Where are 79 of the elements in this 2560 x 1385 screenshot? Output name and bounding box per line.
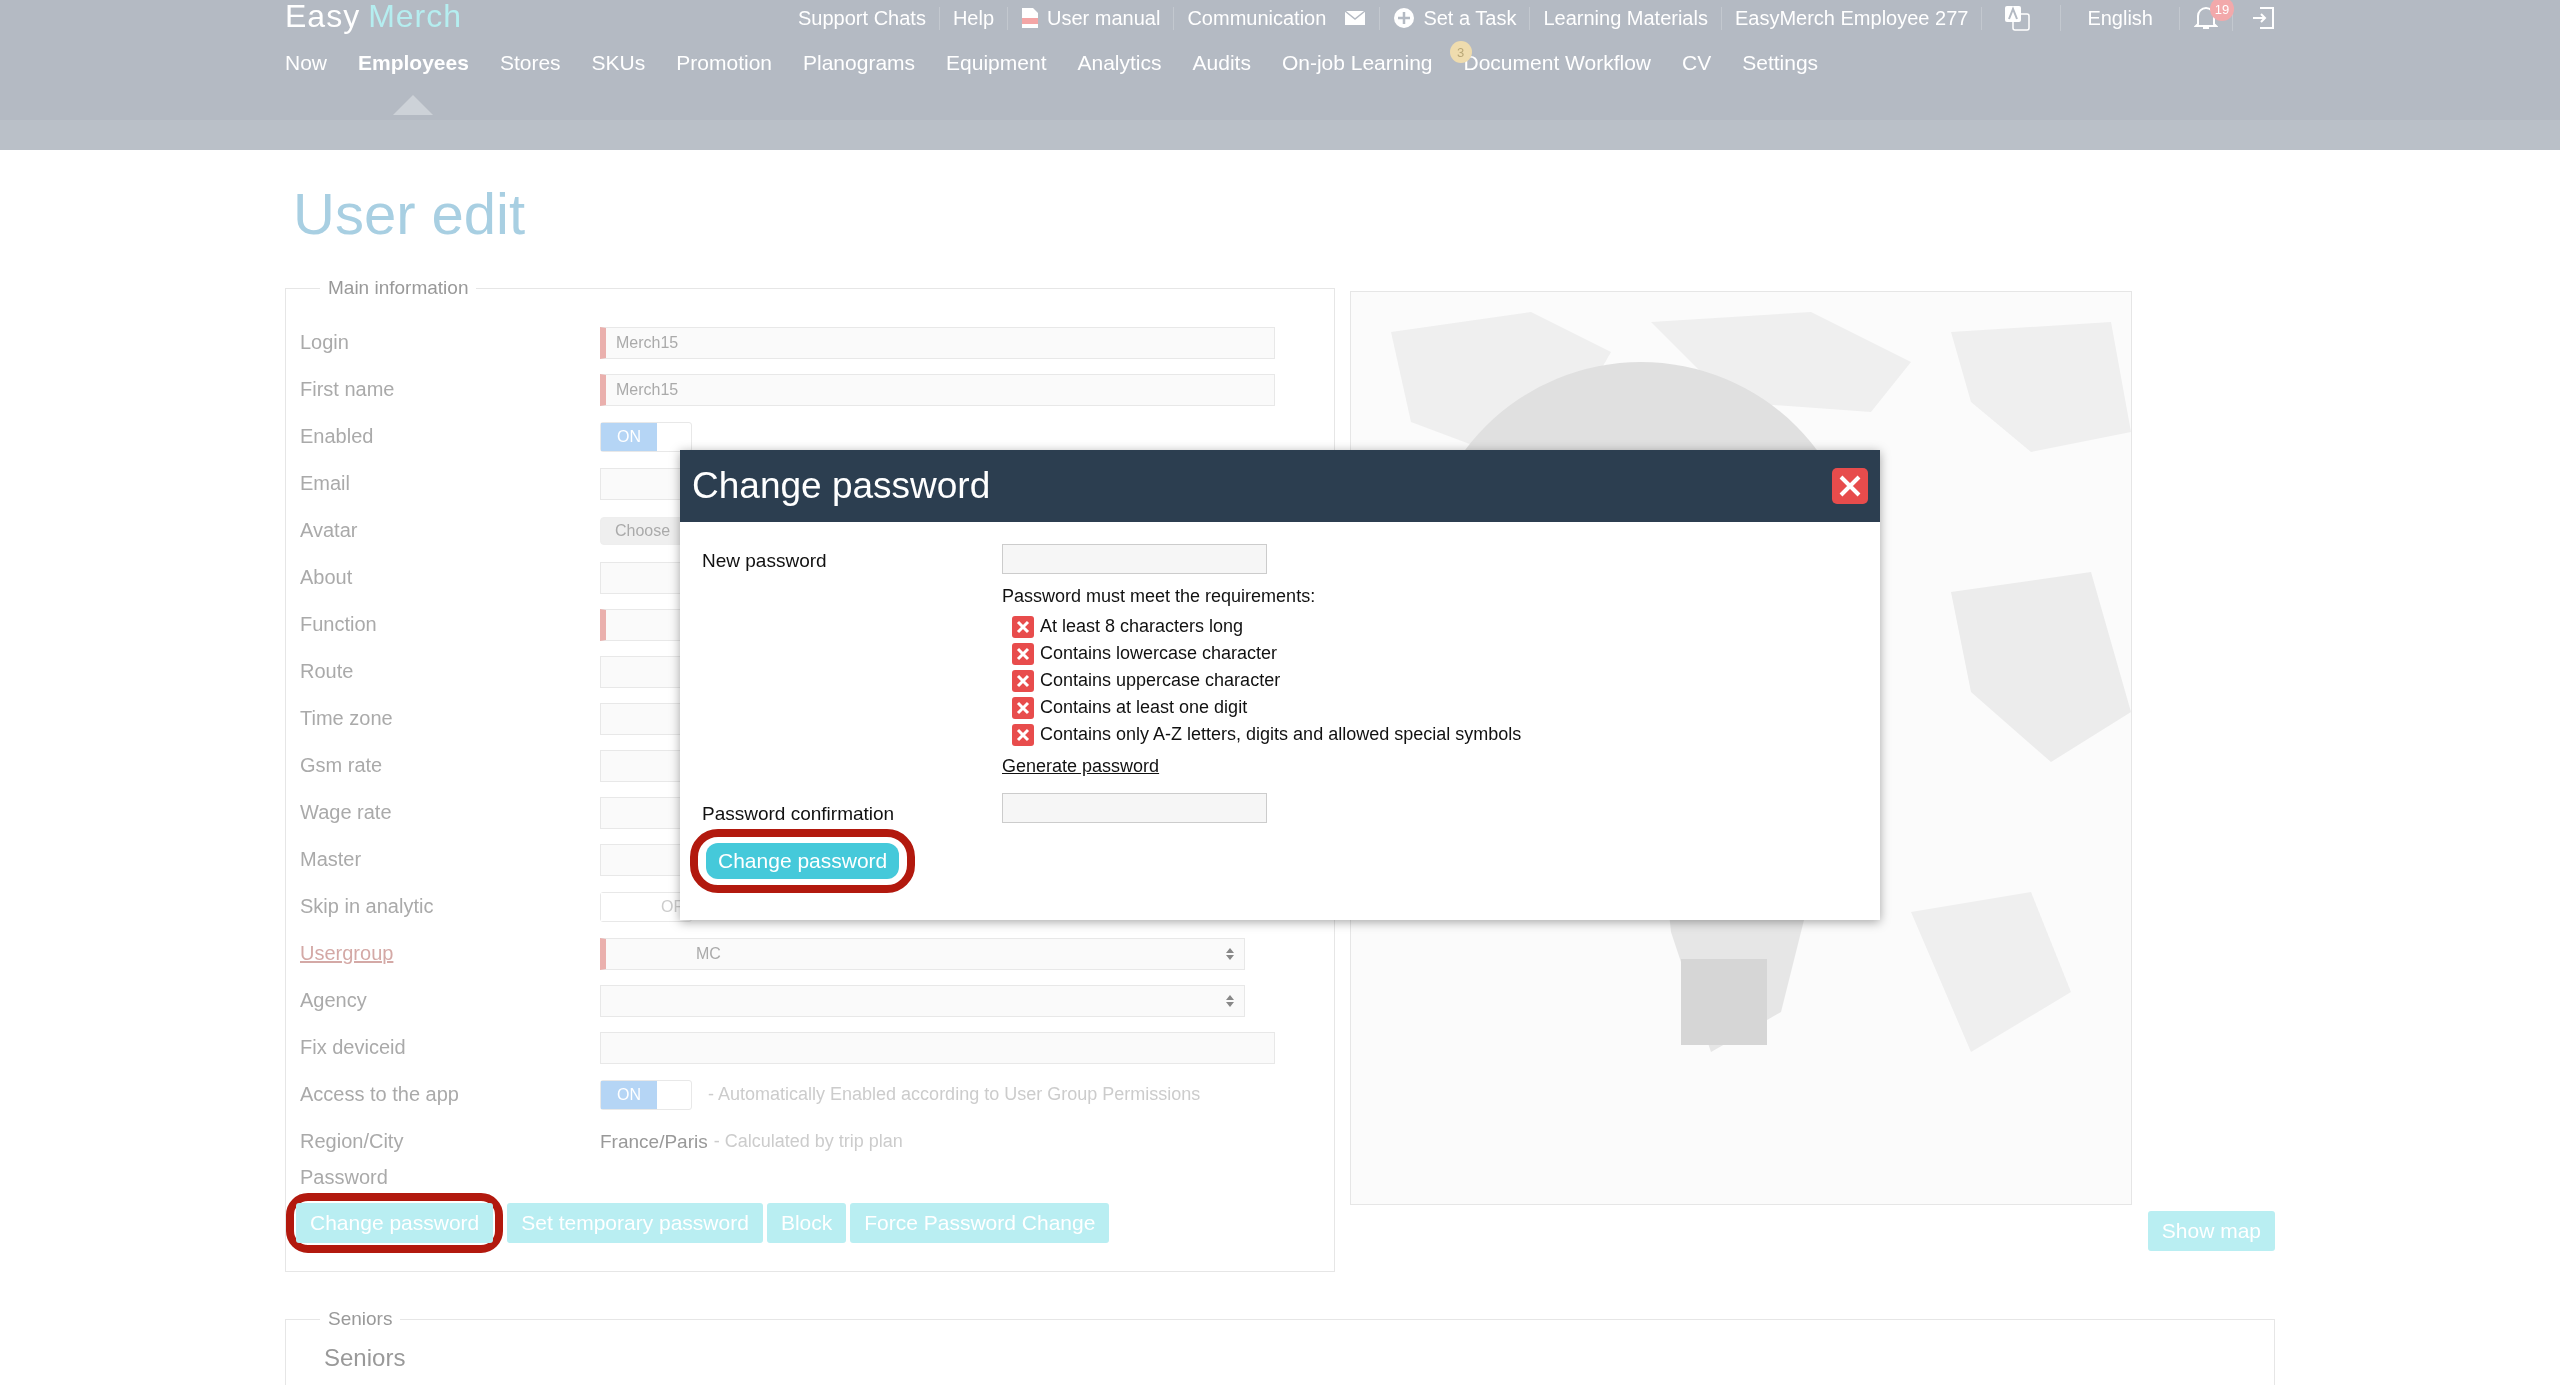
field-label: Skip in analytic <box>300 895 435 918</box>
nav-tab[interactable]: Stores <box>499 51 561 74</box>
requirement-text: Contains only A-Z letters, digits and allowed special symbols <box>1040 724 1522 745</box>
show-map-button[interactable]: Show map <box>2147 1211 2275 1251</box>
nav-tab[interactable]: CV <box>1682 51 1712 74</box>
action-button[interactable]: Block <box>766 1203 847 1243</box>
toggle-switch[interactable]: ON <box>600 1079 692 1110</box>
header-link[interactable]: Communication <box>1187 6 1327 30</box>
field-label: Wage rate <box>300 801 393 824</box>
password-field[interactable] <box>1002 793 1267 823</box>
field-label: Master <box>300 848 363 871</box>
select-field[interactable]: MC <box>600 937 1245 970</box>
field-label: Region/City <box>300 1130 405 1153</box>
field-label: Function <box>300 613 378 636</box>
requirement-text: At least 8 characters long <box>1040 616 1244 637</box>
pdf-icon <box>1021 7 1040 29</box>
nav-tab[interactable]: Analytics <box>1077 51 1162 74</box>
field-label: Time zone <box>300 707 394 730</box>
field-label: Route <box>300 660 355 683</box>
sort-arrows-icon <box>1226 946 1234 961</box>
field-label: Login <box>300 331 350 354</box>
field-label: Password <box>300 1165 389 1189</box>
text-field[interactable]: Merch15 <box>600 326 1275 359</box>
language-selector[interactable]: English <box>2087 6 2153 30</box>
nav-tab[interactable]: Employees <box>358 51 469 74</box>
change-password-button[interactable]: Change password <box>706 843 900 879</box>
active-tab-pointer <box>393 95 434 115</box>
nav-tab[interactable]: SKUs <box>591 51 646 74</box>
section-legend: Seniors <box>320 1308 401 1330</box>
nav-tab[interactable]: Audits <box>1192 51 1251 74</box>
dialog-title: Change password <box>692 465 991 507</box>
requirement-text: Contains lowercase character <box>1040 643 1278 664</box>
field-label: Fix deviceid <box>300 1036 407 1059</box>
header-link[interactable]: User manual <box>1047 6 1161 30</box>
requirement-text: Contains uppercase character <box>1040 670 1281 691</box>
field-label: New password <box>702 550 828 573</box>
header-link[interactable]: Support Chats <box>798 6 926 30</box>
generate-password-link[interactable]: Generate password <box>1002 756 1160 777</box>
region-value: France/Paris <box>600 1130 708 1153</box>
close-icon <box>1838 474 1862 498</box>
header-link[interactable]: Learning Materials <box>1543 6 1708 30</box>
section-heading: Seniors <box>324 1344 407 1372</box>
text-field[interactable]: Merch15 <box>600 373 1275 406</box>
field-label-link[interactable]: Usergroup <box>300 942 600 965</box>
field-label: Gsm rate <box>300 754 384 777</box>
mail-icon[interactable] <box>1344 10 1367 26</box>
header-link[interactable]: Help <box>952 6 995 30</box>
field-label: Email <box>300 472 351 495</box>
field-label: First name <box>300 378 396 401</box>
notification-badge: 19 <box>2210 0 2234 21</box>
nav-tab[interactable]: Equipment <box>946 51 1047 74</box>
field-label: Password confirmation <box>702 803 896 825</box>
nav-tab[interactable]: Settings <box>1742 51 1819 74</box>
nav-tab[interactable]: Now <box>285 51 327 74</box>
section-legend: Main information <box>320 277 477 299</box>
select-field[interactable] <box>600 984 1245 1017</box>
page-title: User edit <box>293 180 527 247</box>
requirement-text: Contains at least one digit <box>1040 697 1248 718</box>
nav-tab[interactable]: Planograms <box>803 51 916 74</box>
sort-arrows-icon <box>1226 993 1234 1008</box>
header-link[interactable]: EasyMerch Employee 277 <box>1734 6 1969 30</box>
header-link[interactable]: Set a Task <box>1423 6 1517 30</box>
password-field[interactable] <box>1002 544 1267 574</box>
action-button[interactable]: Change password <box>296 1203 494 1243</box>
logout-icon[interactable] <box>2251 6 2275 30</box>
field-label: Access to the app <box>300 1083 460 1106</box>
requirements-text: Password must meet the requirements: <box>1002 586 1317 607</box>
field-label: Agency <box>300 989 368 1012</box>
action-button[interactable]: Force Password Change <box>850 1203 1110 1243</box>
translate-icon[interactable] <box>2004 5 2031 31</box>
action-button[interactable]: Set temporary password <box>507 1203 763 1243</box>
close-button[interactable] <box>1832 468 1868 504</box>
nav-tab[interactable]: Promotion <box>676 51 772 74</box>
field-label: Avatar <box>300 519 359 542</box>
field-label: Enabled <box>300 425 375 448</box>
plus-icon[interactable] <box>1393 7 1416 29</box>
nav-tab[interactable]: On-job Learning <box>1281 51 1433 74</box>
toggle-switch[interactable]: ON <box>600 421 692 452</box>
field-label: About <box>300 566 354 589</box>
